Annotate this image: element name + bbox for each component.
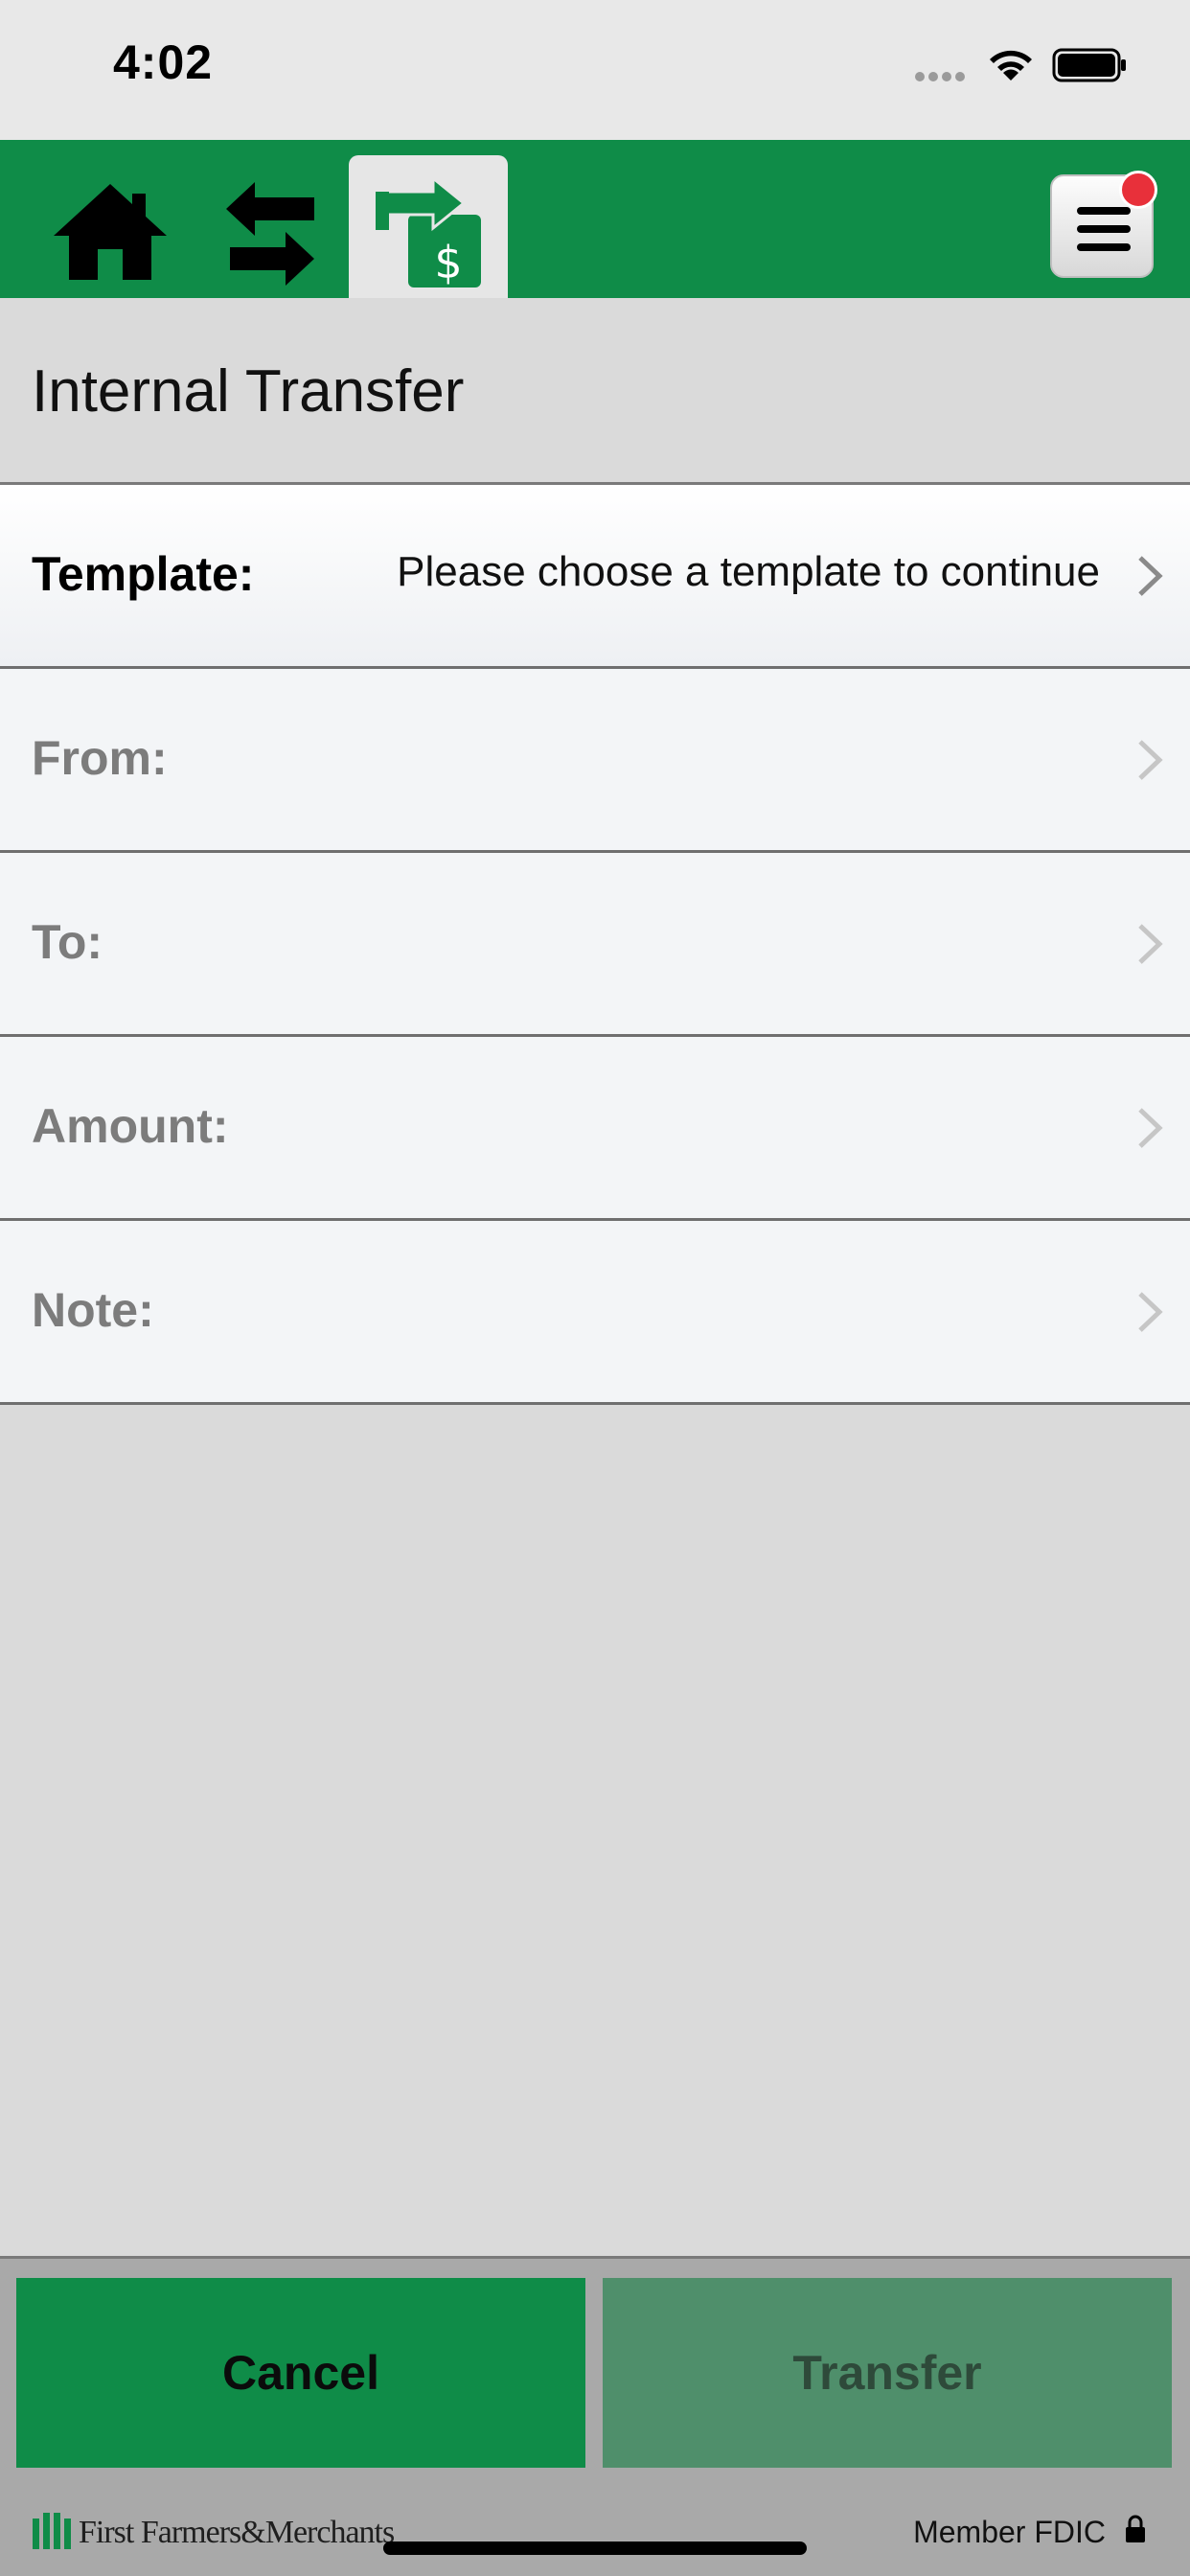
action-panel: Cancel Transfer — [0, 2256, 1190, 2482]
template-value: Please choose a template to continue — [397, 548, 1100, 595]
home-indicator[interactable] — [383, 2542, 807, 2555]
nav-bar: $ — [0, 140, 1190, 298]
from-row[interactable]: From: — [0, 669, 1190, 853]
hamburger-menu-icon — [1077, 207, 1131, 251]
bank-logo-text: First Farmers&Merchants — [79, 2515, 395, 2550]
wifi-icon — [990, 50, 1032, 80]
page-title: Internal Transfer — [32, 358, 465, 425]
notification-badge — [1119, 171, 1157, 209]
chevron-right-icon — [1138, 924, 1163, 964]
transfer-dollar-icon: $ — [376, 174, 481, 288]
transfer-button[interactable]: Transfer — [603, 2278, 1172, 2468]
status-bar: 4:02 — [0, 0, 1190, 140]
to-label: To: — [32, 915, 103, 969]
chevron-right-icon — [1138, 1108, 1163, 1148]
cancel-button[interactable]: Cancel — [16, 2278, 585, 2468]
status-time: 4:02 — [113, 35, 214, 89]
footer: First Farmers&Merchants Member FDIC — [0, 2482, 1190, 2576]
transfer-form: Template: Please choose a template to co… — [0, 485, 1190, 1405]
amount-row[interactable]: Amount: — [0, 1037, 1190, 1221]
note-row[interactable]: Note: — [0, 1221, 1190, 1405]
chevron-right-icon — [1138, 556, 1163, 596]
cellular-signal-icon — [915, 69, 969, 86]
swap-arrows-icon[interactable] — [222, 178, 318, 288]
note-label: Note: — [32, 1283, 154, 1337]
chevron-right-icon — [1138, 1292, 1163, 1332]
from-label: From: — [32, 731, 168, 785]
to-row[interactable]: To: — [0, 853, 1190, 1037]
battery-icon — [1052, 48, 1126, 82]
menu-button[interactable] — [1050, 171, 1157, 278]
chevron-right-icon — [1138, 740, 1163, 780]
svg-text:$: $ — [434, 237, 462, 288]
amount-label: Amount: — [32, 1099, 229, 1153]
title-bar: Internal Transfer — [0, 298, 1190, 485]
template-row[interactable]: Template: Please choose a template to co… — [0, 485, 1190, 669]
home-icon[interactable] — [50, 180, 171, 284]
wheat-logo-icon — [33, 2513, 71, 2549]
lock-icon — [1126, 2515, 1145, 2542]
template-label: Template: — [32, 547, 255, 601]
tab-transfer[interactable]: $ — [349, 155, 508, 298]
fdic-text: Member FDIC — [913, 2515, 1106, 2549]
